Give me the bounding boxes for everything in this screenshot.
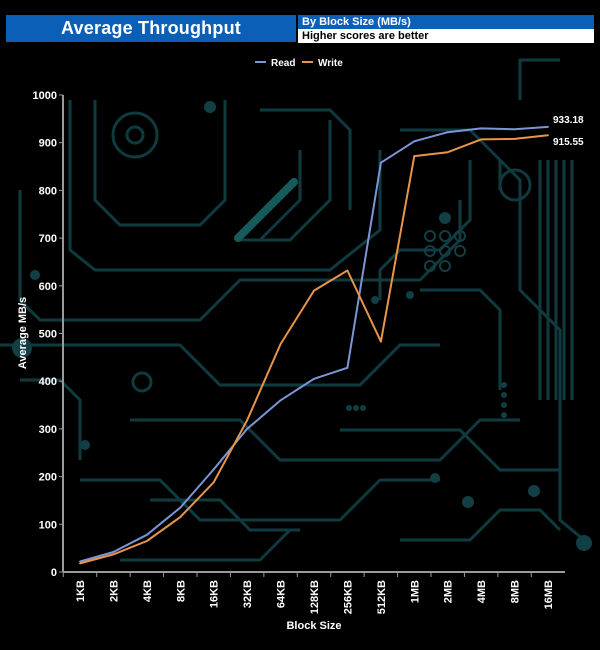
data-point-read [413,140,416,143]
data-point-write [145,540,148,542]
legend-label-read: Read [271,58,295,69]
data-point-read [279,399,282,402]
x-tick-label: 32KB [242,580,254,608]
data-point-read [145,533,148,536]
x-tick-label: 1MB [409,580,421,603]
data-point-read [313,377,315,380]
x-tick-label: 2MB [443,580,455,603]
y-tick-label: 100 [39,519,57,531]
data-point-write [79,562,81,565]
data-point-read [513,128,516,131]
data-point-read [212,468,215,471]
x-tick-label: 16MB [543,580,555,609]
data-point-write [279,343,282,345]
end-label-write: 915.55 [553,137,584,148]
data-point-read [480,127,483,130]
x-tick-label: 128KB [309,580,321,614]
y-tick-label: 300 [39,424,57,436]
data-point-write [379,340,382,343]
data-point-write [246,419,249,422]
x-axis-label: Block Size [286,620,341,632]
data-point-read [179,506,182,509]
data-point-read [547,125,549,128]
y-tick-label: 900 [39,138,57,150]
data-point-write [112,553,115,556]
x-tick-label: 4KB [142,580,154,602]
x-tick-label: 64KB [276,580,288,608]
chart-header-info: By Block Size (MB/s) Higher scores are b… [298,15,594,43]
chart-note: Higher scores are better [298,29,594,43]
y-tick-label: 1000 [33,90,57,102]
y-tick-label: 800 [39,185,57,197]
end-label-read: 933.18 [553,115,584,126]
data-point-write [446,151,449,154]
y-tick-label: 700 [39,233,57,245]
y-tick-label: 500 [39,329,57,341]
y-axis-label: Average MB/s [17,297,29,369]
x-tick-label: 1KB [75,580,87,602]
data-point-read [346,366,349,369]
data-point-read [446,131,449,134]
data-point-write [179,516,182,519]
data-point-write [413,155,416,157]
x-tick-label: 8KB [175,580,187,602]
chart-title: Average Throughput [6,15,296,42]
chart: 0 100 200 300 400 500 600 700 800 900 1000 1KB 2KB 4… [0,0,600,650]
data-point-write [212,481,215,484]
x-tick-label: 2KB [108,580,120,602]
x-tick-label: 8MB [510,580,522,603]
data-point-write [313,289,315,292]
y-tick-label: 200 [39,472,57,484]
data-point-write [346,269,349,272]
y-tick-label: 400 [39,376,57,388]
x-tick-label: 512KB [376,580,388,614]
data-point-read [246,428,249,430]
x-tick-label: 4MB [476,580,488,603]
legend-label-write: Write [318,58,343,69]
data-point-write [513,137,516,140]
data-point-read [379,161,382,164]
x-tick-label: 256KB [342,580,354,614]
x-tick-label: 16KB [209,580,221,608]
chart-subtitle: By Block Size (MB/s) [298,15,594,29]
data-point-read [112,551,115,553]
y-tick-label: 600 [39,281,57,293]
data-point-write [480,138,483,141]
data-point-read [79,560,81,563]
y-tick-label: 0 [51,567,57,579]
data-point-write [547,134,549,137]
